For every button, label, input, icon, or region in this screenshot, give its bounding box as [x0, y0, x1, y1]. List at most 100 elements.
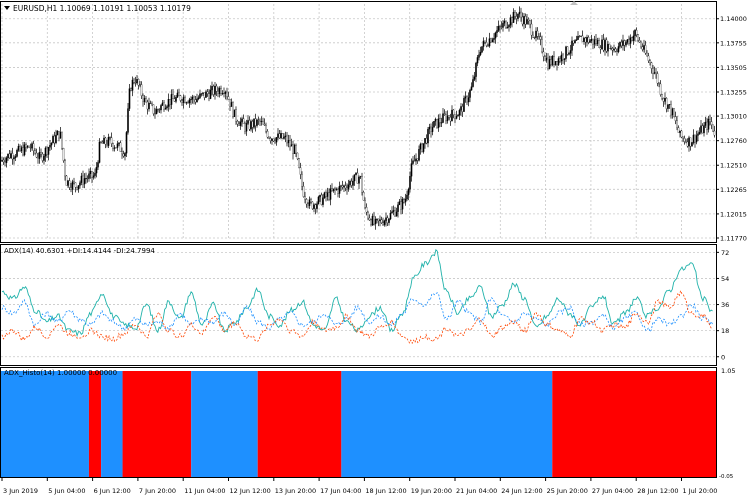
adx-panel[interactable]: 72 54 36 18 0 ADX(14) 40.6301 +DI:14.4144 -D… — [0, 244, 730, 366]
candle-body — [551, 56, 554, 65]
candle-body — [316, 203, 318, 209]
candle-body — [83, 178, 86, 185]
candle-body — [608, 43, 611, 49]
candle-body — [371, 215, 374, 226]
candle-body — [301, 174, 303, 187]
candle-body — [397, 204, 399, 212]
candle-body — [4, 161, 6, 163]
candle-body — [254, 118, 257, 126]
candle-body — [427, 128, 429, 144]
candle-body — [383, 220, 386, 225]
candle-body — [137, 79, 140, 86]
candle-body — [19, 146, 21, 152]
candle-body — [136, 79, 138, 84]
candle-body — [410, 163, 413, 177]
candle-body — [542, 51, 545, 57]
candle-body — [463, 98, 465, 112]
candle-body — [323, 192, 326, 198]
candle-body — [671, 108, 674, 116]
candle-body — [122, 153, 125, 157]
time-tick-label: 17 Jun 04:00 — [320, 487, 361, 495]
candle-body — [158, 109, 161, 111]
candle-body — [610, 48, 612, 50]
candle-body — [191, 96, 194, 100]
candle-body — [529, 20, 531, 25]
candle-body — [527, 19, 530, 22]
candle-body — [179, 95, 182, 101]
candle-body — [124, 153, 126, 157]
candle-body — [163, 102, 165, 110]
candle-body — [59, 131, 62, 139]
candle-body — [400, 201, 402, 210]
candle-body — [373, 215, 375, 225]
adx-tick-label: 54 — [721, 275, 729, 283]
candle-body — [344, 185, 347, 189]
candle-body — [14, 156, 17, 158]
candle-body — [538, 36, 540, 38]
candle-body — [65, 175, 68, 186]
candle-body — [652, 68, 654, 74]
candle-body — [109, 137, 111, 139]
candle-body — [82, 175, 84, 185]
candle-body — [64, 160, 66, 177]
candle-body — [536, 30, 539, 37]
candle-body — [482, 40, 485, 47]
candle-body — [143, 98, 146, 102]
candle-body — [580, 35, 582, 37]
candle-body — [47, 147, 50, 155]
candle-body — [284, 135, 287, 138]
candle-body — [169, 99, 171, 105]
candle-body — [8, 153, 11, 159]
candle-body — [274, 140, 276, 143]
candle-body — [448, 115, 450, 118]
candle-body — [32, 143, 35, 151]
candle-body — [622, 40, 624, 46]
candle-body — [653, 72, 656, 74]
histo-bar-bear — [122, 371, 192, 477]
time-axis: 3 Jun 2019 5 Jun 04:00 6 Jun 12:00 7 Jun 20… — [1, 478, 717, 495]
candle-body — [613, 48, 615, 51]
candle-body — [296, 152, 299, 159]
candle-body — [262, 121, 264, 125]
candle-body — [487, 45, 489, 47]
candle-body — [595, 39, 597, 45]
candle-body — [544, 56, 546, 61]
candle-body — [703, 125, 705, 134]
candle-body — [658, 83, 660, 85]
candle-body — [496, 30, 498, 33]
candle-body — [29, 147, 32, 149]
candle-body — [376, 218, 378, 220]
candle-body — [493, 38, 495, 40]
histo-panel[interactable]: 1.05 -0.05 ADX_Histo(14) 1.00000 0.00000 — [0, 367, 736, 480]
candle-body — [280, 133, 282, 139]
candle-body — [233, 109, 236, 118]
candle-body — [202, 92, 204, 94]
candle-body — [182, 97, 185, 104]
candle-body — [356, 172, 359, 184]
candle-body — [569, 50, 572, 54]
time-tick-label: 13 Jun 20:00 — [275, 487, 316, 495]
histo-bar-bull — [1, 371, 89, 477]
candle-body — [281, 133, 284, 139]
candle-body — [38, 152, 41, 159]
candle-body — [149, 103, 152, 105]
candle-body — [494, 32, 497, 39]
candle-body — [250, 121, 252, 130]
candle-body — [650, 62, 653, 69]
candle-body — [187, 102, 189, 104]
trading-chart[interactable]: 1.14000 1.13755 1.13505 1.13255 1.13010 1.127… — [0, 0, 750, 500]
candle-body — [454, 114, 456, 119]
candle-body — [370, 219, 372, 226]
candle-body — [524, 16, 527, 25]
candle-body — [617, 46, 620, 52]
candle-body — [392, 210, 395, 212]
candle-body — [484, 40, 486, 43]
candle-body — [632, 35, 635, 41]
candle-body — [425, 138, 428, 144]
candle-body — [472, 79, 474, 87]
candle-body — [61, 131, 63, 149]
candle-body — [188, 99, 191, 104]
candle-body — [434, 118, 437, 122]
candle-body — [103, 137, 105, 144]
time-tick-label: 11 Jun 04:00 — [184, 487, 225, 495]
